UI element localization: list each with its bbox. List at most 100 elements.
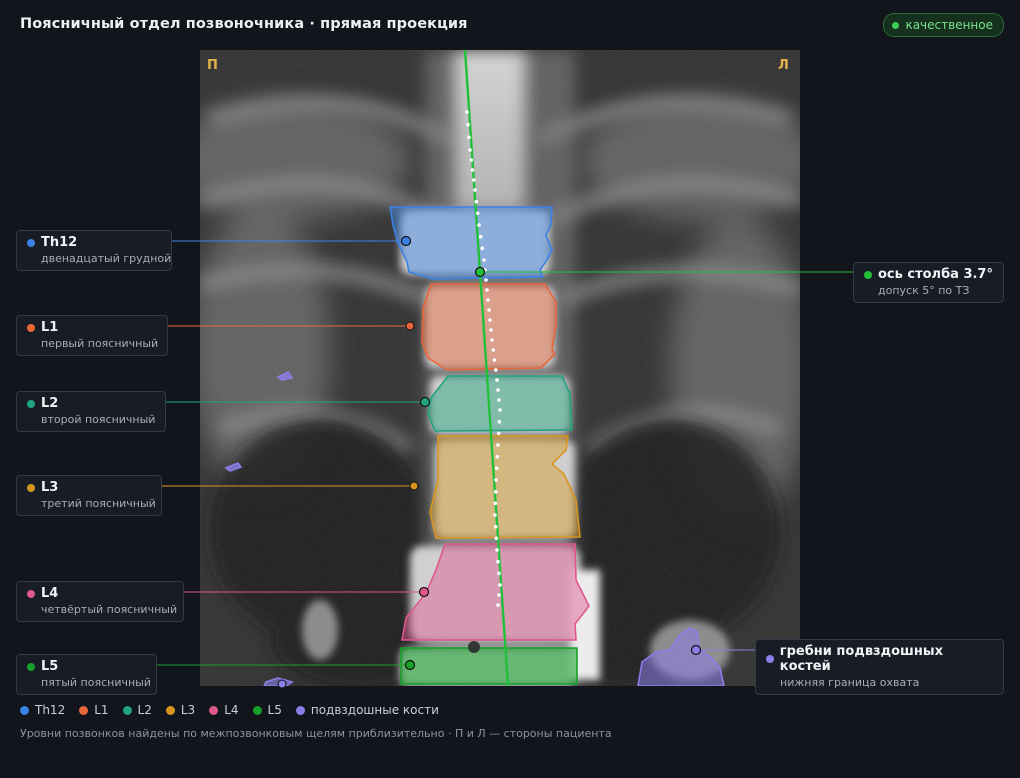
centerline-dot	[474, 199, 479, 204]
centerline-dot	[496, 559, 500, 564]
legend-dot	[252, 705, 262, 715]
label-card-axis[interactable]: ось столба 3.7° допуск 5° по ТЗ	[853, 262, 1004, 303]
centerline-dot	[475, 211, 480, 216]
l5-color-dot	[27, 662, 35, 671]
label-subtitle: допуск 5° по ТЗ	[878, 284, 970, 297]
legend-item-l2[interactable]: L2	[122, 703, 152, 717]
l3-color-dot	[27, 483, 35, 492]
label-name: гребни подвздошных костей	[779, 644, 943, 674]
centerline-dot	[487, 308, 491, 312]
legend-dot	[209, 705, 219, 715]
legend-item-iliac[interactable]: подвздошные кости	[295, 703, 439, 717]
l2-color-dot	[27, 399, 35, 408]
label-card-l4[interactable]: L4 четвёртый поясничный	[16, 581, 184, 622]
centerline-dot	[494, 478, 498, 482]
centerline-dot	[493, 524, 498, 529]
centerline-dot	[495, 454, 500, 459]
centerline-dot	[485, 288, 489, 292]
l4-color-dot	[27, 589, 35, 598]
label-name: L1	[41, 320, 59, 335]
centerline-dot	[493, 513, 497, 517]
centerline-dot	[490, 338, 494, 342]
legend-item-l5[interactable]: L5	[252, 703, 282, 717]
legend-dot	[20, 705, 29, 715]
legend-dot	[79, 705, 89, 715]
centerline-dot	[468, 148, 472, 152]
l1-color-dot	[27, 323, 35, 332]
xray-viewer[interactable]	[200, 50, 800, 686]
footnote: Уровни позвонков найдены по межпозвонков…	[20, 727, 612, 740]
centerline-dot	[473, 188, 477, 192]
label-subtitle: третий поясничный	[41, 497, 156, 510]
centerline-dot	[495, 378, 499, 382]
centerline-dot	[497, 419, 502, 424]
label-card-l1[interactable]: L1 первый поясничный	[16, 315, 168, 356]
centerline-dot	[466, 122, 470, 127]
label-subtitle: нижняя граница охвата	[780, 676, 920, 689]
th12-color-dot	[27, 238, 35, 247]
centerline-dot	[491, 348, 496, 352]
axis-color-dot	[864, 270, 872, 279]
centerline-dot	[486, 298, 490, 302]
centerline-dot	[469, 158, 474, 162]
vertebra-l1-mask	[421, 283, 557, 371]
centerline-dot	[498, 408, 502, 412]
centerline-dot	[477, 223, 481, 227]
quality-status-text: качественное	[905, 18, 993, 32]
label-subtitle: четвёртый поясничный	[41, 603, 178, 616]
centerline-dot	[480, 246, 485, 251]
centerline-dot	[494, 536, 499, 541]
vertebra-l5-mask	[400, 647, 578, 685]
centerline-dot	[484, 278, 488, 282]
legend-label: L1	[94, 703, 109, 717]
legend-dot	[122, 705, 132, 715]
side-marker-left: Л	[778, 58, 789, 73]
legend-label: L3	[180, 703, 196, 717]
centerline-dot	[465, 110, 469, 114]
centerline-dot	[492, 358, 497, 362]
centerline-dot	[478, 234, 483, 239]
vertebra-th12-mask	[389, 206, 553, 280]
label-card-l3[interactable]: L3 третий поясничный	[16, 475, 162, 516]
legend-label: L2	[137, 703, 152, 717]
centerline-dot	[495, 548, 499, 552]
label-name: ось столба 3.7°	[878, 267, 993, 282]
status-dot-icon	[892, 21, 900, 29]
legend-item-th12[interactable]: Th12	[20, 703, 65, 717]
legend-item-l4[interactable]: L4	[209, 703, 239, 717]
label-name: Th12	[41, 235, 78, 250]
centerline-dot	[497, 398, 501, 402]
legend: Th12 L1 L2 L3 L4 L5 подвздошные кости	[20, 703, 439, 717]
quality-status-badge: качественное	[883, 13, 1004, 37]
label-card-th12[interactable]: Th12 двенадцатый грудной	[16, 230, 172, 271]
centerline-dot	[497, 571, 501, 576]
legend-label: Th12	[35, 703, 66, 717]
label-subtitle: двенадцатый грудной	[41, 252, 172, 265]
centerline-dot	[472, 178, 476, 182]
centerline-dot	[467, 135, 471, 140]
side-marker-right: П	[207, 58, 218, 73]
label-subtitle: пятый поясничный	[41, 676, 151, 689]
centerline-dot	[496, 388, 500, 392]
iliac-color-dot	[766, 655, 774, 663]
label-subtitle: второй поясничный	[41, 413, 156, 426]
centerline-dot	[494, 466, 499, 471]
centerline-dot	[497, 593, 501, 597]
centerline-dot	[493, 489, 498, 494]
centerline-dot	[496, 443, 500, 447]
legend-item-l3[interactable]: L3	[165, 703, 196, 717]
label-name: L3	[41, 480, 59, 495]
legend-label: L5	[267, 703, 282, 717]
legend-label: подвздошные кости	[310, 703, 439, 717]
label-card-iliac[interactable]: гребни подвздошных костей нижняя граница…	[755, 639, 1004, 695]
label-card-l2[interactable]: L2 второй поясничный	[16, 391, 166, 432]
centerline-dot	[482, 258, 486, 262]
label-name: L5	[41, 659, 59, 674]
vertebra-l3-mask	[429, 435, 581, 539]
label-card-l5[interactable]: L5 пятый поясничный	[16, 654, 157, 695]
label-subtitle: первый поясничный	[41, 337, 159, 350]
legend-item-l1[interactable]: L1	[79, 703, 109, 717]
legend-dot	[165, 705, 175, 715]
label-name: L4	[41, 586, 59, 601]
centerline-dot	[483, 268, 487, 272]
